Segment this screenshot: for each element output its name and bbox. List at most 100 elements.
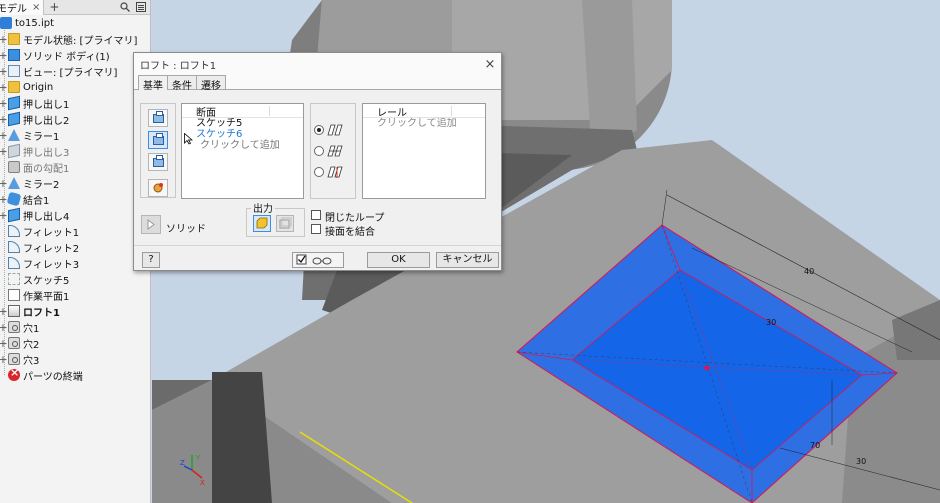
dialog-title: ロフト : ロフト1 <box>140 60 217 72</box>
tree-item-19[interactable]: + 穴1 <box>0 319 150 335</box>
tab-conditions[interactable]: 条件 <box>167 75 197 92</box>
tree-item-10[interactable]: + ミラー2 <box>0 175 150 191</box>
center-line-select-button[interactable] <box>148 153 168 171</box>
section-item-1[interactable]: スケッチ5 <box>182 118 303 129</box>
ok-button[interactable]: OK <box>367 252 430 268</box>
expand-toggle-icon[interactable]: + <box>0 33 8 46</box>
centerline-type-icon <box>327 145 343 157</box>
point-mapping-button[interactable] <box>148 179 168 197</box>
tree-item-13[interactable]: フィレット1 <box>0 223 150 239</box>
expand-toggle-icon[interactable]: + <box>0 65 8 78</box>
expand-toggle-icon[interactable]: + <box>0 209 8 222</box>
section-item-2[interactable]: スケッチ6 <box>182 129 303 140</box>
dimension-label-4[interactable]: 30 <box>856 457 866 466</box>
expand-toggle-icon[interactable]: + <box>0 81 8 94</box>
expand-toggle-icon[interactable]: + <box>0 97 8 110</box>
tree-root[interactable]: to15.ipt <box>0 15 150 31</box>
solids-select-button[interactable] <box>141 215 161 234</box>
tree-item-1[interactable]: + モデル状態: [プライマリ] <box>0 31 150 47</box>
tree-item-11[interactable]: + 結合1 <box>0 191 150 207</box>
tree-item-9[interactable]: 面の勾配1 <box>0 159 150 175</box>
expand-toggle-icon[interactable]: + <box>0 337 8 350</box>
tree-item-20[interactable]: + 穴2 <box>0 335 150 351</box>
solids-arrow-icon <box>147 219 155 230</box>
tree-item-3[interactable]: + ビュー: [プライマリ] <box>0 63 150 79</box>
tree-item-18[interactable]: + ロフト1 <box>0 303 150 319</box>
tree-item-label: フィレット3 <box>23 259 80 271</box>
sections-select-icon <box>153 111 164 123</box>
tree-item-label: フィレット2 <box>23 243 80 255</box>
loft-type-area-radio[interactable] <box>314 167 324 177</box>
tab-model[interactable]: モデル × <box>0 0 45 15</box>
fillet-icon <box>8 241 20 253</box>
dimension-label-2[interactable]: 30 <box>766 318 776 327</box>
closed-loop-label: 閉じたループ <box>325 213 385 224</box>
loft-type-centerline-radio[interactable] <box>314 146 324 156</box>
tree-item-label: 押し出し3 <box>23 147 70 159</box>
merge-tangent-checkbox[interactable] <box>311 224 321 234</box>
search-icon[interactable] <box>120 2 130 12</box>
tree-item-12[interactable]: + 押し出し4 <box>0 207 150 223</box>
cancel-button[interactable]: キャンセル <box>436 252 499 268</box>
combine-icon <box>6 191 22 207</box>
output-solid-icon <box>256 217 268 229</box>
svg-text:Y: Y <box>195 454 201 462</box>
tree-item-21[interactable]: + 穴3 <box>0 351 150 367</box>
menu-icon[interactable] <box>136 2 146 12</box>
add-tab-button[interactable]: + <box>49 0 59 14</box>
tree-item-label: 穴2 <box>23 339 40 351</box>
tree-item-15[interactable]: フィレット3 <box>0 255 150 271</box>
expand-toggle-icon[interactable]: + <box>0 177 8 190</box>
tree-item-label: パーツの終端 <box>23 371 83 383</box>
dialog-title-bar[interactable]: ロフト : ロフト1 × <box>134 53 501 75</box>
preview-toggle[interactable] <box>292 252 344 268</box>
tab-close-icon[interactable]: × <box>32 2 40 13</box>
tree-item-5[interactable]: + 押し出し1 <box>0 95 150 111</box>
sections-list[interactable]: 断面 スケッチ5 スケッチ6 クリックして追加 <box>181 103 304 199</box>
expand-toggle-icon[interactable]: + <box>0 145 8 158</box>
tree-item-14[interactable]: フィレット2 <box>0 239 150 255</box>
hole-icon <box>8 353 20 365</box>
rails-select-button[interactable] <box>148 131 168 149</box>
expand-toggle-icon[interactable]: + <box>0 113 8 126</box>
dialog-close-button[interactable]: × <box>479 57 501 72</box>
tree-item-6[interactable]: + 押し出し2 <box>0 111 150 127</box>
tree-item-label: Origin <box>23 81 54 93</box>
help-button[interactable]: ? <box>142 252 160 268</box>
mirror-icon <box>8 177 20 189</box>
fillet-icon <box>8 257 20 269</box>
tree-item-7[interactable]: + ミラー1 <box>0 127 150 143</box>
rails-list[interactable]: レール クリックして追加 <box>362 103 486 199</box>
dimension-label-1[interactable]: 40 <box>804 267 814 276</box>
output-surface-button[interactable] <box>276 215 294 232</box>
hole-icon <box>8 337 20 349</box>
closed-loop-checkbox[interactable] <box>311 210 321 220</box>
rails-add-hint[interactable]: クリックして追加 <box>363 118 485 129</box>
loft-type-rails-radio[interactable] <box>314 125 324 135</box>
tree-item-label: ミラー1 <box>23 131 60 143</box>
expand-toggle-icon[interactable]: + <box>0 321 8 334</box>
expand-toggle-icon[interactable]: + <box>0 353 8 366</box>
tree-item-22[interactable]: パーツの終端 <box>0 366 150 383</box>
tree-item-16[interactable]: スケッチ5 <box>0 271 150 287</box>
tree-item-4[interactable]: + Origin <box>0 79 150 95</box>
dialog-tabs: 基準 条件 遷移 <box>134 75 501 92</box>
sections-select-button[interactable] <box>148 109 168 127</box>
tree-item-2[interactable]: + ソリッド ボディ(1) <box>0 47 150 63</box>
tab-curves[interactable]: 基準 <box>138 75 168 92</box>
model-browser: モデル × + to15.ipt + モデル状態: [プライマリ] + ソリッド ボデ… <box>0 0 151 503</box>
preview-glasses-icon <box>296 254 332 265</box>
folder-icon <box>8 33 20 45</box>
tree-item-8[interactable]: + 押し出し3 <box>0 143 150 159</box>
dimension-label-3[interactable]: 70 <box>810 441 820 450</box>
part-file-icon <box>0 17 12 29</box>
expand-toggle-icon[interactable]: + <box>0 305 8 318</box>
output-solid-button[interactable] <box>253 215 271 232</box>
tab-transition[interactable]: 遷移 <box>196 75 226 92</box>
tree-item-17[interactable]: 作業平面1 <box>0 287 150 303</box>
expand-toggle-icon[interactable]: + <box>0 129 8 142</box>
expand-toggle-icon[interactable]: + <box>0 49 8 62</box>
sections-add-hint[interactable]: クリックして追加 <box>182 140 303 151</box>
merge-tangent-label: 接面を結合 <box>325 227 375 238</box>
tree-item-label: ビュー: [プライマリ] <box>23 67 118 79</box>
